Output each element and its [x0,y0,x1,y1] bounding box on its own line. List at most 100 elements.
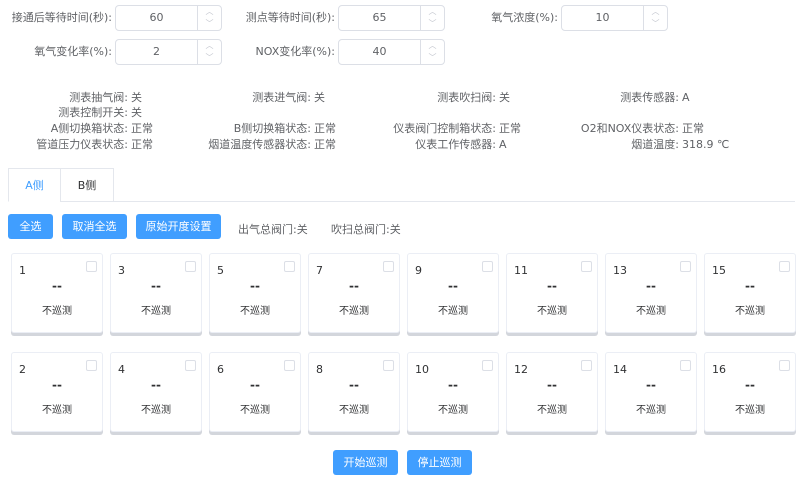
status-value: 正常 [682,122,704,135]
point-value: -- [250,378,260,392]
measure-point-card[interactable]: 5 -- 不巡测 [209,253,301,333]
point-value: -- [745,279,755,293]
point-checkbox[interactable] [779,360,790,371]
point-checkbox[interactable] [581,360,592,371]
status-label: 管道压力仪表状态: [36,138,128,151]
status-label: B侧切换箱状态: [233,122,311,135]
point-checkbox[interactable] [482,261,493,272]
status-value: 关 [131,106,142,119]
point-number: 2 [19,363,26,376]
point-checkbox[interactable] [581,261,592,272]
field-label: 氧气浓度(%): [491,11,558,24]
point-value: -- [349,279,359,293]
point-value: -- [151,378,161,392]
start-patrol-button[interactable]: 开始巡测 [333,450,398,475]
measure-point-card[interactable]: 7 -- 不巡测 [308,253,400,333]
status-label: O2和NOX仪表状态: [580,122,679,135]
measure-point-card[interactable]: 12 -- 不巡测 [506,352,598,432]
measure-point-card[interactable]: 16 -- 不巡测 [704,352,796,432]
chevron-down-icon[interactable]: ﹀ [421,52,444,64]
chevron-up-icon[interactable]: ︿ [644,6,667,18]
point-checkbox[interactable] [185,360,196,371]
stepper[interactable]: ︿ ﹀ [643,6,667,30]
number-input[interactable]: 10 ︿ ﹀ [561,5,668,31]
point-checkbox[interactable] [383,261,394,272]
point-state: 不巡测 [537,306,567,317]
point-state: 不巡测 [537,405,567,416]
stop-patrol-button[interactable]: 停止巡测 [407,450,472,475]
original-opening-setting-button[interactable]: 原始开度设置 [136,214,221,239]
point-number: 7 [316,264,323,277]
status-label: 烟道温度传感器状态: [208,138,311,151]
status-label: 测表传感器: [620,91,679,104]
chevron-up-icon[interactable]: ︿ [421,40,444,52]
point-value: -- [448,279,458,293]
point-state: 不巡测 [438,405,468,416]
measure-point-card[interactable]: 3 -- 不巡测 [110,253,202,333]
point-checkbox[interactable] [86,261,97,272]
point-number: 13 [613,264,627,277]
point-state: 不巡测 [735,405,765,416]
point-value: -- [547,378,557,392]
number-input[interactable]: 40 ︿ ﹀ [338,39,445,65]
point-state: 不巡测 [240,306,270,317]
tab-a-side[interactable]: A侧 [8,168,61,202]
chevron-down-icon[interactable]: ﹀ [644,18,667,30]
point-checkbox[interactable] [680,261,691,272]
stepper[interactable]: ︿ ﹀ [420,40,444,64]
point-state: 不巡测 [141,405,171,416]
point-number: 6 [217,363,224,376]
status-label: 测表吹扫阀: [437,91,496,104]
point-state: 不巡测 [735,306,765,317]
number-input-value[interactable]: 10 [562,6,643,30]
point-checkbox[interactable] [482,360,493,371]
side-tabs: A侧 B侧 [8,168,795,202]
point-number: 8 [316,363,323,376]
point-checkbox[interactable] [185,261,196,272]
measure-point-card[interactable]: 15 -- 不巡测 [704,253,796,333]
measure-point-card[interactable]: 1 -- 不巡测 [11,253,103,333]
measure-point-card[interactable]: 2 -- 不巡测 [11,352,103,432]
measure-point-card[interactable]: 14 -- 不巡测 [605,352,697,432]
status-value: 318.9 ℃ [682,138,730,151]
number-input-value[interactable]: 40 [339,40,420,64]
point-value: -- [151,279,161,293]
measure-point-card[interactable]: 13 -- 不巡测 [605,253,697,333]
select-all-button[interactable]: 全选 [8,214,53,239]
point-state: 不巡测 [141,306,171,317]
point-state: 不巡测 [339,306,369,317]
point-checkbox[interactable] [779,261,790,272]
measure-point-card[interactable]: 10 -- 不巡测 [407,352,499,432]
point-state: 不巡测 [240,405,270,416]
status-label: A侧切换箱状态: [50,122,128,135]
point-number: 16 [712,363,726,376]
point-number: 9 [415,264,422,277]
point-checkbox[interactable] [284,261,295,272]
point-state: 不巡测 [636,306,666,317]
point-number: 15 [712,264,726,277]
status-value: A [682,91,690,104]
field-label: NOX变化率(%): [255,45,335,58]
point-state: 不巡测 [42,306,72,317]
field-label: 氧气变化率(%): [34,45,112,58]
deselect-all-button[interactable]: 取消全选 [62,214,127,239]
status-label: 仪表工作传感器: [415,138,496,151]
point-checkbox[interactable] [86,360,97,371]
point-number: 10 [415,363,429,376]
status-label: 仪表阀门控制箱状态: [393,122,496,135]
point-checkbox[interactable] [284,360,295,371]
tab-b-side[interactable]: B侧 [60,168,114,202]
point-number: 12 [514,363,528,376]
measure-point-card[interactable]: 6 -- 不巡测 [209,352,301,432]
measure-point-card[interactable]: 11 -- 不巡测 [506,253,598,333]
point-checkbox[interactable] [383,360,394,371]
point-value: -- [448,378,458,392]
point-checkbox[interactable] [680,360,691,371]
status-label: 测表进气阀: [252,91,311,104]
measure-point-card[interactable]: 8 -- 不巡测 [308,352,400,432]
measure-point-card[interactable]: 9 -- 不巡测 [407,253,499,333]
point-value: -- [745,378,755,392]
measure-point-card[interactable]: 4 -- 不巡测 [110,352,202,432]
status-label: 烟道温度: [631,138,679,151]
status-label: 测表抽气阀: [69,91,128,104]
